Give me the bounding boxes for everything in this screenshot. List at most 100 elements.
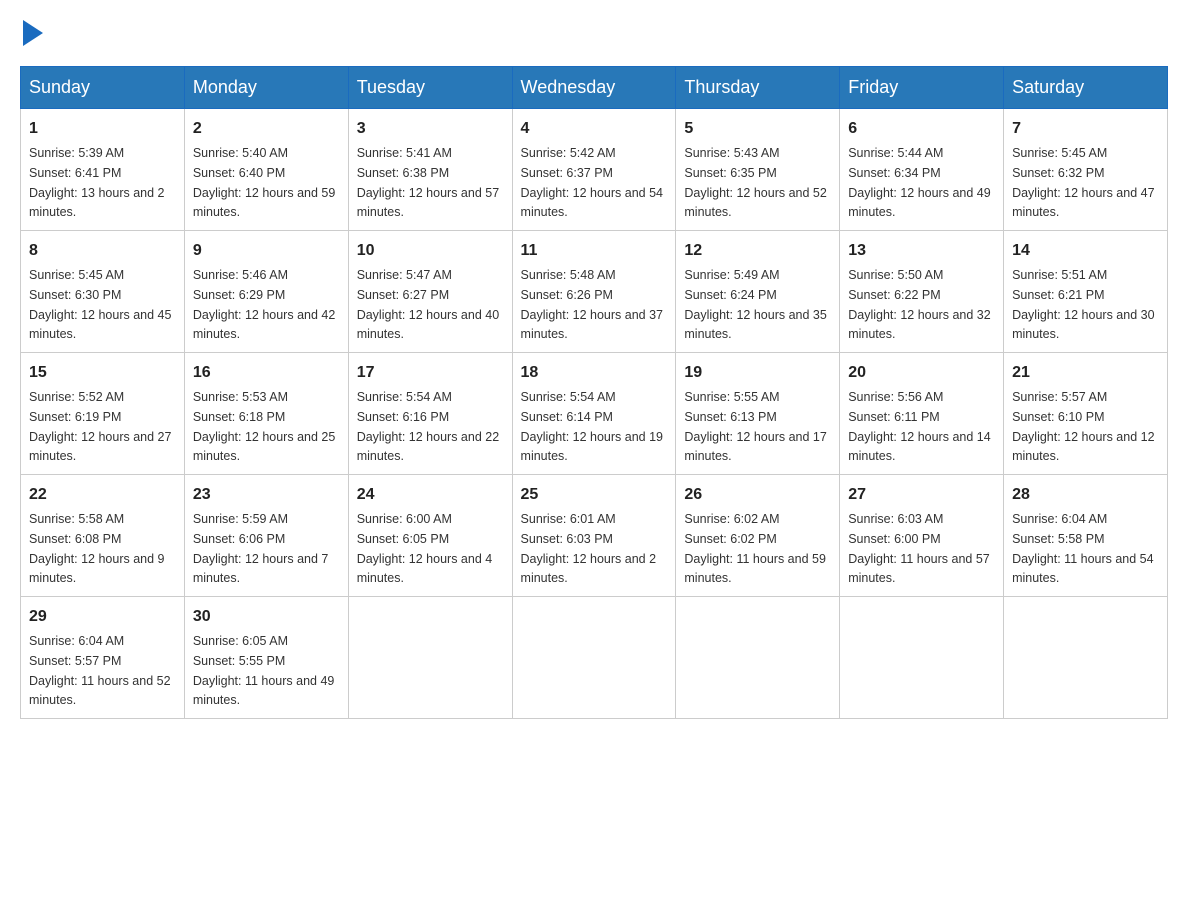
- weekday-header-sunday: Sunday: [21, 67, 185, 109]
- calendar-day-cell: 9 Sunrise: 5:46 AMSunset: 6:29 PMDayligh…: [184, 231, 348, 353]
- day-number: 2: [193, 117, 340, 141]
- day-number: 24: [357, 483, 504, 507]
- day-number: 9: [193, 239, 340, 263]
- calendar-day-cell: 4 Sunrise: 5:42 AMSunset: 6:37 PMDayligh…: [512, 109, 676, 231]
- day-number: 16: [193, 361, 340, 385]
- calendar-day-cell: 22 Sunrise: 5:58 AMSunset: 6:08 PMDaylig…: [21, 475, 185, 597]
- calendar-day-cell: [1004, 597, 1168, 719]
- day-info: Sunrise: 5:55 AMSunset: 6:13 PMDaylight:…: [684, 390, 826, 463]
- day-info: Sunrise: 5:54 AMSunset: 6:14 PMDaylight:…: [521, 390, 663, 463]
- day-info: Sunrise: 5:40 AMSunset: 6:40 PMDaylight:…: [193, 146, 335, 219]
- day-number: 21: [1012, 361, 1159, 385]
- calendar-day-cell: 10 Sunrise: 5:47 AMSunset: 6:27 PMDaylig…: [348, 231, 512, 353]
- day-number: 10: [357, 239, 504, 263]
- weekday-header-friday: Friday: [840, 67, 1004, 109]
- day-info: Sunrise: 5:43 AMSunset: 6:35 PMDaylight:…: [684, 146, 826, 219]
- day-info: Sunrise: 5:48 AMSunset: 6:26 PMDaylight:…: [521, 268, 663, 341]
- day-info: Sunrise: 5:52 AMSunset: 6:19 PMDaylight:…: [29, 390, 171, 463]
- calendar-day-cell: 26 Sunrise: 6:02 AMSunset: 6:02 PMDaylig…: [676, 475, 840, 597]
- day-number: 23: [193, 483, 340, 507]
- day-number: 22: [29, 483, 176, 507]
- calendar-day-cell: [676, 597, 840, 719]
- day-number: 1: [29, 117, 176, 141]
- calendar-day-cell: 16 Sunrise: 5:53 AMSunset: 6:18 PMDaylig…: [184, 353, 348, 475]
- day-number: 27: [848, 483, 995, 507]
- day-info: Sunrise: 5:54 AMSunset: 6:16 PMDaylight:…: [357, 390, 499, 463]
- day-info: Sunrise: 5:47 AMSunset: 6:27 PMDaylight:…: [357, 268, 499, 341]
- day-number: 13: [848, 239, 995, 263]
- day-info: Sunrise: 6:04 AMSunset: 5:58 PMDaylight:…: [1012, 512, 1154, 585]
- calendar-day-cell: [348, 597, 512, 719]
- calendar-day-cell: 15 Sunrise: 5:52 AMSunset: 6:19 PMDaylig…: [21, 353, 185, 475]
- day-number: 12: [684, 239, 831, 263]
- day-info: Sunrise: 5:59 AMSunset: 6:06 PMDaylight:…: [193, 512, 329, 585]
- calendar-day-cell: 1 Sunrise: 5:39 AMSunset: 6:41 PMDayligh…: [21, 109, 185, 231]
- calendar-day-cell: 8 Sunrise: 5:45 AMSunset: 6:30 PMDayligh…: [21, 231, 185, 353]
- calendar-day-cell: [840, 597, 1004, 719]
- calendar-day-cell: 2 Sunrise: 5:40 AMSunset: 6:40 PMDayligh…: [184, 109, 348, 231]
- weekday-header-saturday: Saturday: [1004, 67, 1168, 109]
- calendar-week-row: 1 Sunrise: 5:39 AMSunset: 6:41 PMDayligh…: [21, 109, 1168, 231]
- day-number: 17: [357, 361, 504, 385]
- calendar-week-row: 29 Sunrise: 6:04 AMSunset: 5:57 PMDaylig…: [21, 597, 1168, 719]
- day-number: 26: [684, 483, 831, 507]
- page-header: [20, 20, 1168, 46]
- calendar-day-cell: 13 Sunrise: 5:50 AMSunset: 6:22 PMDaylig…: [840, 231, 1004, 353]
- calendar-day-cell: 11 Sunrise: 5:48 AMSunset: 6:26 PMDaylig…: [512, 231, 676, 353]
- day-number: 25: [521, 483, 668, 507]
- calendar-day-cell: 19 Sunrise: 5:55 AMSunset: 6:13 PMDaylig…: [676, 353, 840, 475]
- weekday-header-monday: Monday: [184, 67, 348, 109]
- day-info: Sunrise: 5:44 AMSunset: 6:34 PMDaylight:…: [848, 146, 990, 219]
- calendar-day-cell: 12 Sunrise: 5:49 AMSunset: 6:24 PMDaylig…: [676, 231, 840, 353]
- calendar-day-cell: 30 Sunrise: 6:05 AMSunset: 5:55 PMDaylig…: [184, 597, 348, 719]
- day-number: 20: [848, 361, 995, 385]
- calendar-day-cell: 5 Sunrise: 5:43 AMSunset: 6:35 PMDayligh…: [676, 109, 840, 231]
- day-number: 18: [521, 361, 668, 385]
- day-info: Sunrise: 5:45 AMSunset: 6:32 PMDaylight:…: [1012, 146, 1154, 219]
- calendar-day-cell: 3 Sunrise: 5:41 AMSunset: 6:38 PMDayligh…: [348, 109, 512, 231]
- calendar-day-cell: 27 Sunrise: 6:03 AMSunset: 6:00 PMDaylig…: [840, 475, 1004, 597]
- day-info: Sunrise: 6:02 AMSunset: 6:02 PMDaylight:…: [684, 512, 826, 585]
- day-info: Sunrise: 5:50 AMSunset: 6:22 PMDaylight:…: [848, 268, 990, 341]
- day-info: Sunrise: 6:00 AMSunset: 6:05 PMDaylight:…: [357, 512, 493, 585]
- day-info: Sunrise: 6:05 AMSunset: 5:55 PMDaylight:…: [193, 634, 335, 707]
- day-info: Sunrise: 5:41 AMSunset: 6:38 PMDaylight:…: [357, 146, 499, 219]
- calendar-day-cell: 18 Sunrise: 5:54 AMSunset: 6:14 PMDaylig…: [512, 353, 676, 475]
- weekday-header-tuesday: Tuesday: [348, 67, 512, 109]
- day-info: Sunrise: 5:42 AMSunset: 6:37 PMDaylight:…: [521, 146, 663, 219]
- calendar-week-row: 22 Sunrise: 5:58 AMSunset: 6:08 PMDaylig…: [21, 475, 1168, 597]
- day-number: 6: [848, 117, 995, 141]
- day-number: 7: [1012, 117, 1159, 141]
- day-info: Sunrise: 5:57 AMSunset: 6:10 PMDaylight:…: [1012, 390, 1154, 463]
- weekday-header-thursday: Thursday: [676, 67, 840, 109]
- day-number: 5: [684, 117, 831, 141]
- day-info: Sunrise: 5:39 AMSunset: 6:41 PMDaylight:…: [29, 146, 165, 219]
- calendar-day-cell: 17 Sunrise: 5:54 AMSunset: 6:16 PMDaylig…: [348, 353, 512, 475]
- day-info: Sunrise: 5:56 AMSunset: 6:11 PMDaylight:…: [848, 390, 990, 463]
- calendar-day-cell: 20 Sunrise: 5:56 AMSunset: 6:11 PMDaylig…: [840, 353, 1004, 475]
- day-info: Sunrise: 5:49 AMSunset: 6:24 PMDaylight:…: [684, 268, 826, 341]
- day-number: 19: [684, 361, 831, 385]
- calendar-day-cell: [512, 597, 676, 719]
- calendar-table: SundayMondayTuesdayWednesdayThursdayFrid…: [20, 66, 1168, 719]
- day-info: Sunrise: 5:53 AMSunset: 6:18 PMDaylight:…: [193, 390, 335, 463]
- calendar-day-cell: 28 Sunrise: 6:04 AMSunset: 5:58 PMDaylig…: [1004, 475, 1168, 597]
- day-info: Sunrise: 6:01 AMSunset: 6:03 PMDaylight:…: [521, 512, 657, 585]
- calendar-day-cell: 29 Sunrise: 6:04 AMSunset: 5:57 PMDaylig…: [21, 597, 185, 719]
- day-number: 15: [29, 361, 176, 385]
- weekday-header-row: SundayMondayTuesdayWednesdayThursdayFrid…: [21, 67, 1168, 109]
- logo: [20, 20, 43, 46]
- calendar-week-row: 15 Sunrise: 5:52 AMSunset: 6:19 PMDaylig…: [21, 353, 1168, 475]
- day-info: Sunrise: 6:03 AMSunset: 6:00 PMDaylight:…: [848, 512, 990, 585]
- day-number: 11: [521, 239, 668, 263]
- day-info: Sunrise: 5:46 AMSunset: 6:29 PMDaylight:…: [193, 268, 335, 341]
- day-number: 4: [521, 117, 668, 141]
- day-number: 3: [357, 117, 504, 141]
- day-number: 14: [1012, 239, 1159, 263]
- day-info: Sunrise: 5:45 AMSunset: 6:30 PMDaylight:…: [29, 268, 171, 341]
- calendar-week-row: 8 Sunrise: 5:45 AMSunset: 6:30 PMDayligh…: [21, 231, 1168, 353]
- day-number: 29: [29, 605, 176, 629]
- calendar-day-cell: 14 Sunrise: 5:51 AMSunset: 6:21 PMDaylig…: [1004, 231, 1168, 353]
- day-info: Sunrise: 5:51 AMSunset: 6:21 PMDaylight:…: [1012, 268, 1154, 341]
- calendar-day-cell: 23 Sunrise: 5:59 AMSunset: 6:06 PMDaylig…: [184, 475, 348, 597]
